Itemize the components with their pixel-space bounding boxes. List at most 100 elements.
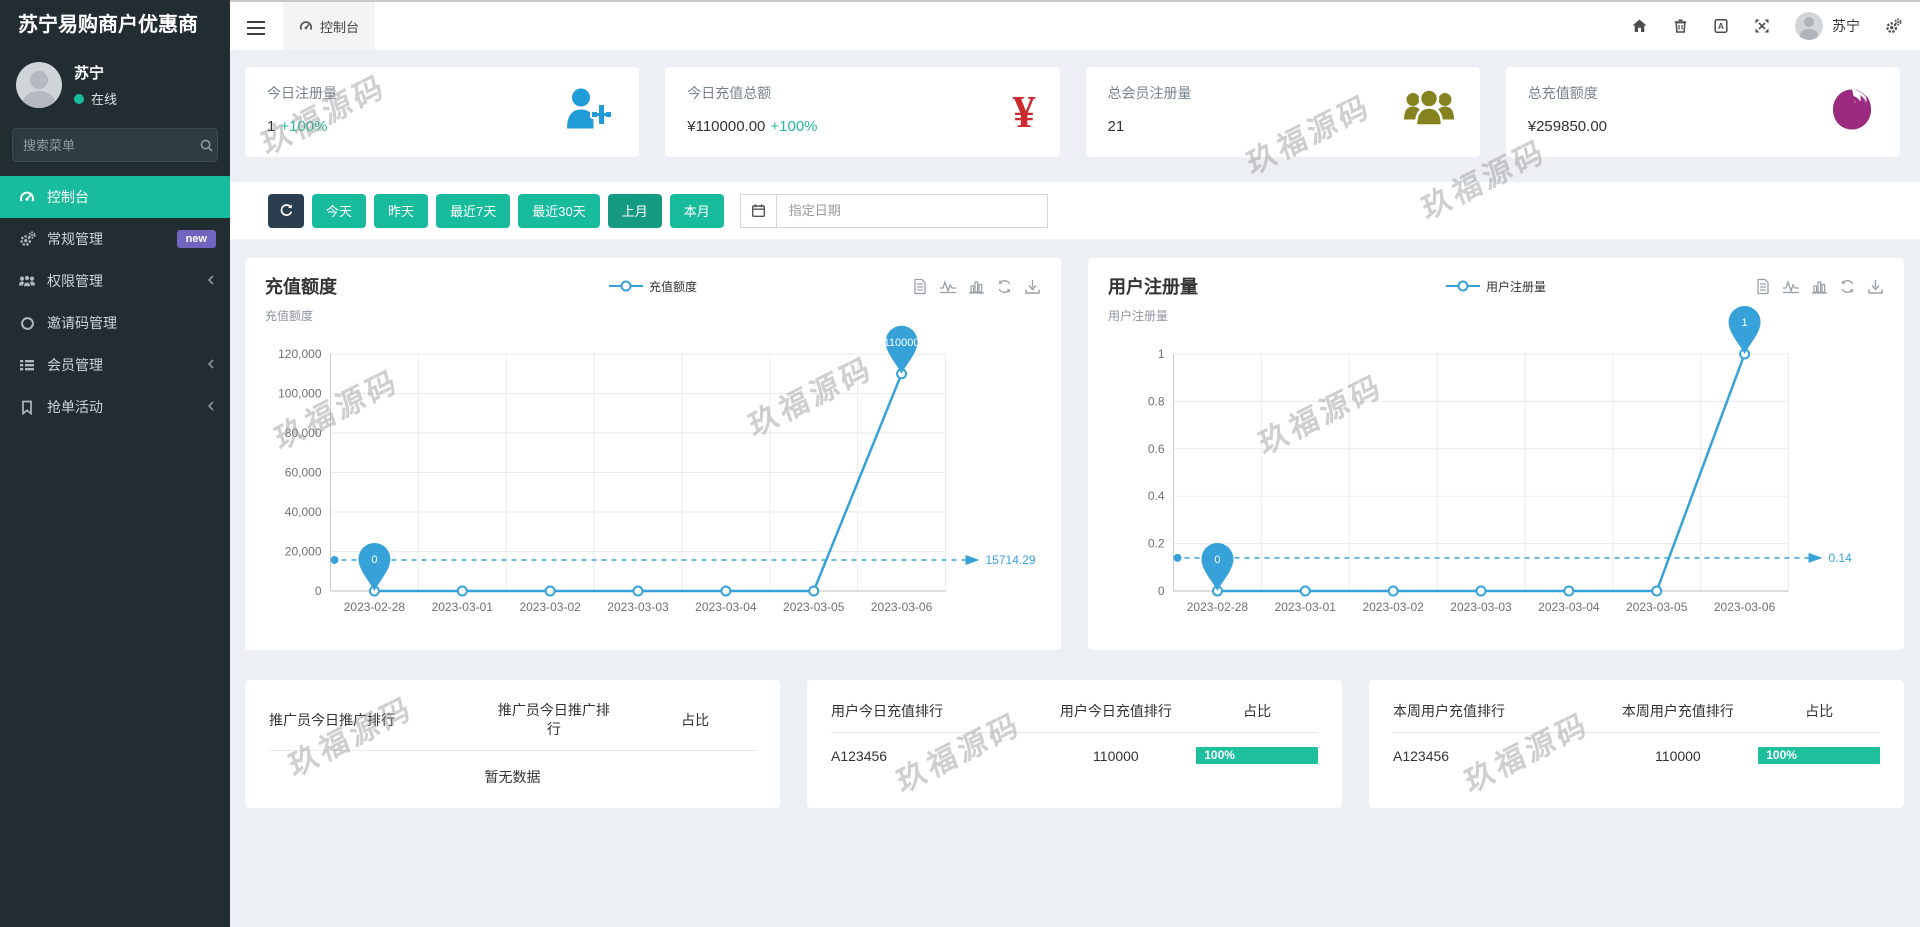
progress-bar: 100% <box>1196 747 1318 764</box>
dashboard-page: { "watermark": "玖福源码", "sidebar": { "bra… <box>0 0 1920 927</box>
sidebar-item-dashboard[interactable]: 控制台 <box>0 176 230 218</box>
chevron-left-icon <box>206 273 216 289</box>
online-dot-icon <box>74 94 84 104</box>
registrations-line-chart[interactable]: 00.20.40.60.812023-02-282023-03-012023-0… <box>1108 326 1884 626</box>
legend-label: 充值额度 <box>649 278 697 295</box>
sidebar-item-invite-codes[interactable]: 邀请码管理 <box>0 302 230 344</box>
filter-band: 今天 昨天 最近7天 最近30天 上月 本月 <box>230 182 1920 239</box>
stat-value: 1 <box>267 118 275 135</box>
data-view-icon[interactable] <box>1755 278 1771 295</box>
filter-this-month-button[interactable]: 本月 <box>670 194 724 228</box>
column-header: 本周用户充值排行 <box>1598 688 1759 733</box>
download-icon[interactable] <box>1867 278 1884 295</box>
data-view-icon[interactable] <box>912 278 928 295</box>
topbar-actions: A 苏宁 <box>1631 2 1902 50</box>
chart-title: 用户注册量 <box>1108 273 1198 299</box>
svg-text:100,000: 100,000 <box>278 387 322 401</box>
stat-label: 总充值额度 <box>1528 83 1878 103</box>
svg-text:120,000: 120,000 <box>278 347 322 361</box>
calendar-icon <box>740 194 776 228</box>
bar-chart-icon[interactable] <box>1811 278 1828 295</box>
search-input[interactable] <box>23 138 199 153</box>
tab-dashboard[interactable]: 控制台 <box>283 2 375 50</box>
promoter-ranking-card: 推广员今日推广排行 推广员今日推广排行 占比 暂无数据 <box>245 680 780 808</box>
line-chart-icon[interactable] <box>1782 278 1800 295</box>
column-header: 占比 <box>1758 688 1880 733</box>
column-header: 占比 <box>1196 688 1318 733</box>
bar-chart-icon[interactable] <box>968 278 985 295</box>
svg-text:40,000: 40,000 <box>285 505 322 519</box>
date-range-group <box>740 194 1048 228</box>
sidebar-item-general[interactable]: 常规管理 new <box>0 218 230 260</box>
svg-text:110000: 110000 <box>884 337 920 349</box>
line-chart-icon[interactable] <box>939 278 957 295</box>
sidebar-item-permissions[interactable]: 权限管理 <box>0 260 230 302</box>
recharge-line-chart[interactable]: 020,00040,00060,00080,000100,000120,0002… <box>265 326 1041 626</box>
sidebar-item-members[interactable]: 会员管理 <box>0 344 230 386</box>
progress-bar: 100% <box>1758 747 1880 764</box>
sidebar-item-grab-orders[interactable]: 抢单活动 <box>0 386 230 428</box>
row-name: A123456 <box>831 733 1036 769</box>
home-icon[interactable] <box>1631 18 1648 34</box>
svg-text:0.8: 0.8 <box>1148 394 1165 408</box>
svg-text:2023-02-28: 2023-02-28 <box>1187 600 1249 614</box>
svg-text:0.6: 0.6 <box>1148 442 1165 456</box>
svg-text:1: 1 <box>1742 317 1748 329</box>
language-icon[interactable]: A <box>1713 18 1729 34</box>
row-value: 110000 <box>1598 733 1759 769</box>
new-badge: new <box>177 230 216 248</box>
svg-text:2023-03-05: 2023-03-05 <box>1626 600 1688 614</box>
hamburger-menu-icon[interactable] <box>247 17 267 39</box>
chevron-left-icon <box>206 357 216 373</box>
svg-text:2023-02-28: 2023-02-28 <box>344 600 406 614</box>
filter-last-month-button[interactable]: 上月 <box>608 194 662 228</box>
list-icon <box>18 358 36 372</box>
svg-text:0: 0 <box>1214 554 1220 566</box>
topbar-user-menu[interactable]: 苏宁 <box>1795 12 1860 40</box>
sidebar-item-label: 抢单活动 <box>47 397 103 417</box>
legend-item[interactable]: 充值额度 <box>609 278 697 295</box>
refresh-button[interactable] <box>268 194 304 228</box>
firefox-icon <box>1828 86 1876 139</box>
svg-text:2023-03-04: 2023-03-04 <box>1538 600 1600 614</box>
stat-card-total-recharge: 总充值额度 ¥259850.00 <box>1506 67 1900 157</box>
filter-today-button[interactable]: 今天 <box>312 194 366 228</box>
svg-text:2023-03-03: 2023-03-03 <box>607 600 669 614</box>
sidebar: 苏宁易购商户优惠商 苏宁 在线 控制台 常规管理 new <box>0 0 230 927</box>
svg-text:2023-03-02: 2023-03-02 <box>1362 600 1424 614</box>
date-range-input[interactable] <box>776 194 1048 228</box>
bookmark-icon <box>18 400 36 415</box>
svg-text:2023-03-03: 2023-03-03 <box>1450 600 1512 614</box>
topbar-username: 苏宁 <box>1832 16 1860 36</box>
refresh-icon[interactable] <box>996 278 1013 295</box>
filter-30days-button[interactable]: 最近30天 <box>518 194 599 228</box>
table-row: A123456 110000 100% <box>831 733 1318 769</box>
legend-label: 用户注册量 <box>1486 278 1546 295</box>
table-row: A123456 110000 100% <box>1393 733 1880 769</box>
user-recharge-today-card: 用户今日充值排行 用户今日充值排行 占比 A123456 110000 100% <box>807 680 1342 808</box>
status-label: 在线 <box>91 89 117 108</box>
svg-text:0: 0 <box>1158 584 1165 598</box>
fullscreen-icon[interactable] <box>1754 18 1770 34</box>
column-header: 占比 <box>634 688 756 750</box>
svg-text:80,000: 80,000 <box>285 426 322 440</box>
refresh-icon[interactable] <box>1839 278 1856 295</box>
trash-icon[interactable] <box>1673 18 1688 34</box>
stat-delta: +100% <box>280 118 327 135</box>
user-name: 苏宁 <box>74 62 117 83</box>
svg-text:0.14: 0.14 <box>1829 551 1853 565</box>
filter-7days-button[interactable]: 最近7天 <box>436 194 510 228</box>
svg-text:15714.29: 15714.29 <box>986 553 1036 567</box>
stat-value: 21 <box>1108 118 1125 135</box>
users-icon <box>18 274 36 289</box>
charts-row: 充值额度 充值额度 充值额度 020,00040,00060,00080,000… <box>245 258 1904 650</box>
search-icon[interactable] <box>199 138 214 153</box>
row-percent: 100% <box>1758 733 1880 769</box>
dashboard-icon <box>18 189 36 205</box>
sidebar-item-label: 控制台 <box>47 187 89 207</box>
settings-gears-icon[interactable] <box>1885 18 1902 35</box>
legend-item[interactable]: 用户注册量 <box>1446 278 1546 295</box>
filter-yesterday-button[interactable]: 昨天 <box>374 194 428 228</box>
avatar <box>16 62 62 108</box>
download-icon[interactable] <box>1024 278 1041 295</box>
